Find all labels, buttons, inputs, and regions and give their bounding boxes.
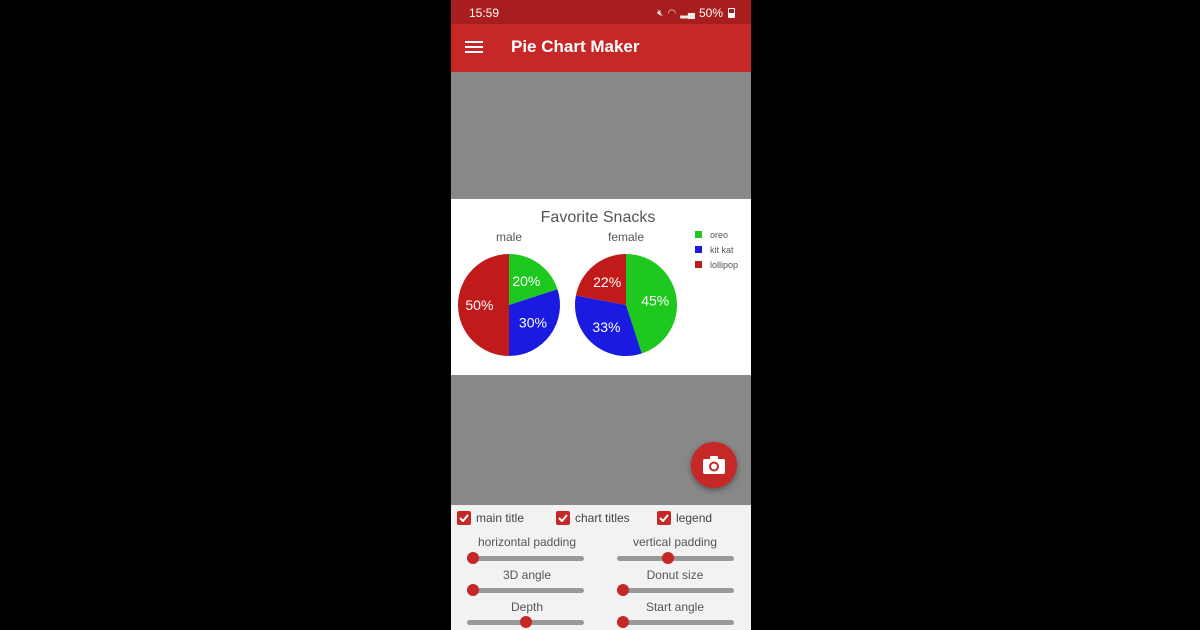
mute-icon: 🔇︎	[657, 7, 664, 19]
slider-label-horizontal-padding: horizontal padding	[477, 535, 577, 549]
app-bar: Pie Chart Maker	[451, 24, 751, 72]
pie-slice-label: 45%	[641, 292, 669, 308]
slider-label-donut-size: Donut size	[646, 568, 704, 582]
status-icons: 🔇︎ ◠ ▂▄ 50%	[657, 6, 735, 20]
slider-vertical-padding[interactable]	[617, 552, 734, 564]
slider-thumb[interactable]	[617, 584, 629, 596]
slider-thumb[interactable]	[467, 584, 479, 596]
settings-panel: main title chart titles legend horizonta…	[451, 505, 751, 630]
slider-3d-angle[interactable]	[467, 584, 584, 596]
checkbox-legend[interactable]: legend	[657, 511, 712, 525]
pie-slice-label: 50%	[465, 297, 493, 313]
hamburger-icon[interactable]	[465, 38, 483, 56]
slider-donut-size[interactable]	[617, 584, 734, 596]
slider-label-vertical-padding: vertical padding	[632, 535, 718, 549]
camera-icon	[703, 456, 725, 474]
checkbox-label: main title	[476, 511, 525, 525]
chart-preview: Favorite Snacks male 20% 30% 50% female 45% 33…	[451, 199, 751, 375]
legend-swatch-lollipop	[695, 261, 702, 268]
legend-label: lollipop	[710, 260, 738, 270]
slider-label-3d-angle: 3D angle	[502, 568, 552, 582]
slider-label-depth: Depth	[510, 600, 544, 614]
wifi-icon: ◠	[667, 7, 677, 19]
slider-thumb[interactable]	[662, 552, 675, 564]
pie-title-male: male	[496, 230, 522, 244]
checkbox-label: legend	[676, 511, 713, 525]
status-bar: 15:59 🔇︎ ◠ ▂▄ 50%	[451, 0, 751, 24]
checkbox-main-title[interactable]: main title	[457, 511, 524, 525]
checkbox-check-icon	[556, 511, 570, 525]
phone-screen: 15:59 🔇︎ ◠ ▂▄ 50% Pie Chart Maker Favori…	[451, 0, 751, 630]
app-title: Pie Chart Maker	[511, 37, 640, 56]
legend-swatch-oreo	[695, 231, 702, 238]
slider-depth[interactable]	[467, 616, 584, 628]
checkbox-check-icon	[457, 511, 471, 525]
legend-label: oreo	[710, 230, 728, 240]
slider-horizontal-padding[interactable]	[467, 552, 584, 564]
slider-start-angle[interactable]	[617, 616, 734, 628]
checkbox-chart-titles[interactable]: chart titles	[556, 511, 630, 525]
pie-title-female: female	[608, 230, 644, 244]
pie-chart-figure: Favorite Snacks male 20% 30% 50% female 45% 33…	[458, 209, 738, 356]
pie-slice-label: 20%	[512, 273, 540, 289]
chart-main-title: Favorite Snacks	[541, 209, 656, 226]
legend-label: kit kat	[710, 245, 734, 255]
slider-thumb[interactable]	[617, 616, 629, 628]
pie-slice-label: 22%	[593, 274, 621, 290]
battery-icon	[728, 8, 735, 18]
battery-percent: 50%	[698, 6, 723, 20]
camera-button[interactable]	[691, 442, 737, 488]
slider-thumb[interactable]	[519, 616, 532, 628]
signal-icon: ▂▄	[680, 7, 695, 19]
slider-thumb[interactable]	[467, 552, 479, 564]
slider-label-start-angle: Start angle	[645, 600, 705, 614]
pie-slice-label: 30%	[519, 314, 547, 330]
checkbox-check-icon	[657, 511, 671, 525]
legend-swatch-kit-kat	[695, 246, 702, 253]
pie-slice-label: 33%	[592, 319, 620, 335]
checkbox-label: chart titles	[575, 511, 630, 525]
status-time: 15:59	[469, 6, 500, 20]
